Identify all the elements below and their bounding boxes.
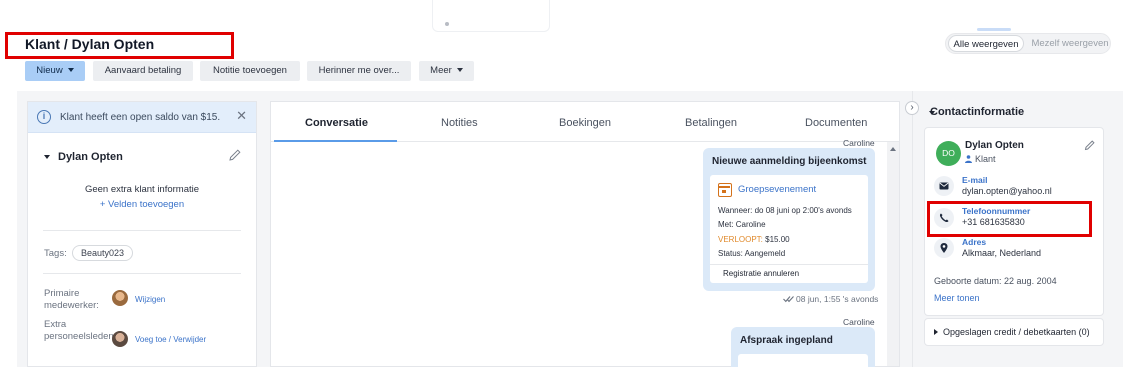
event-card: Groepsevenement Wanneer: do 08 juni op 2… — [710, 175, 868, 283]
pencil-icon[interactable] — [228, 148, 242, 162]
primary-staff-label: Primaire medewerker: — [44, 288, 99, 311]
message-bubble: Afspraak ingepland — [731, 327, 875, 367]
avatar — [112, 331, 128, 347]
event-with: Met: Caroline — [718, 220, 766, 229]
address-label: Adres — [962, 237, 987, 247]
birth-date: Geboorte datum: 22 aug. 2004 — [934, 276, 1057, 286]
new-button-label: Nieuw — [36, 65, 63, 76]
avatar: DO — [936, 141, 961, 166]
calendar-icon — [718, 183, 732, 197]
add-note-button[interactable]: Notitie toevoegen — [200, 61, 300, 81]
address-value: Alkmaar, Nederland — [962, 248, 1042, 258]
timestamp-text: 08 jun, 1:55 's avonds — [796, 294, 879, 304]
accept-payment-button[interactable]: Aanvaard betaling — [93, 61, 193, 81]
contact-role: Klant — [965, 154, 996, 164]
add-fields-link[interactable]: + Velden toevoegen — [28, 199, 256, 210]
tab-documents[interactable]: Documenten — [805, 117, 867, 129]
phone-highlight-box — [927, 201, 1092, 237]
chevron-down-icon — [67, 68, 74, 73]
remind-button[interactable]: Herinner me over... — [307, 61, 411, 81]
title-highlight-box — [5, 32, 234, 59]
expiry-value: $15.00 — [762, 235, 790, 244]
person-icon — [965, 155, 972, 163]
message-title: Nieuwe aanmelding bijeenkomst — [712, 156, 867, 167]
dot-icon — [445, 22, 449, 26]
info-icon: i — [37, 110, 51, 124]
address-icon-wrap — [934, 238, 954, 258]
tab-payments[interactable]: Betalingen — [685, 117, 737, 129]
envelope-icon — [939, 182, 949, 190]
new-button[interactable]: Nieuw — [25, 61, 85, 81]
tab-bar: Conversatie Notities Boekingen Betalinge… — [271, 102, 899, 142]
mine-view-button[interactable]: Mezelf weergeven — [1030, 35, 1110, 52]
saved-cards-label: Opgeslagen credit / debetkaarten (0) — [943, 327, 1090, 337]
event-title-link[interactable]: Groepsevenement — [738, 184, 816, 195]
email-label: E-mail — [962, 175, 988, 185]
conversation-panel: Conversatie Notities Boekingen Betalinge… — [270, 101, 900, 367]
more-button-label: Meer — [430, 65, 452, 76]
tab-notes[interactable]: Notities — [441, 117, 478, 129]
no-info-text: Geen extra klant informatie — [84, 184, 200, 195]
customer-panel: i Klant heeft een open saldo van $15. ✕ … — [27, 101, 257, 367]
tab-bookings[interactable]: Boekingen — [559, 117, 611, 129]
message-sender: Caroline — [843, 317, 875, 327]
expiry-label: VERLOOPT: — [718, 235, 763, 244]
chevron-right-icon — [934, 329, 938, 335]
double-check-icon — [783, 296, 794, 303]
contact-name: Dylan Opten — [965, 140, 1024, 151]
active-tab-indicator — [274, 140, 397, 142]
top-right-indicator — [977, 28, 1011, 31]
pencil-icon[interactable] — [1084, 139, 1096, 151]
show-more-link[interactable]: Meer tonen — [934, 293, 980, 303]
divider — [43, 230, 241, 231]
saved-cards-section[interactable]: Opgeslagen credit / debetkaarten (0) — [924, 318, 1104, 346]
close-icon[interactable]: ✕ — [236, 109, 247, 123]
customer-name: Dylan Opten — [58, 151, 123, 163]
panel-divider — [912, 91, 913, 367]
collapse-icon[interactable]: › — [905, 101, 919, 115]
map-pin-icon — [940, 243, 948, 253]
message-bubble: Nieuwe aanmelding bijeenkomst Groepseven… — [703, 148, 875, 291]
event-when: Wanneer: do 08 juni op 2:00's avonds — [718, 206, 852, 215]
email-icon-wrap — [934, 176, 954, 196]
tag-chip[interactable]: Beauty023 — [72, 245, 134, 261]
view-toggle: Alle weergeven Mezelf weergeven — [945, 33, 1111, 54]
balance-alert-text: Klant heeft een open saldo van $15. — [60, 112, 221, 123]
event-expiry: VERLOOPT: $15.00 — [718, 235, 790, 244]
top-tab-stub — [432, 0, 550, 32]
event-status: Status: Aangemeld — [718, 249, 786, 258]
chevron-down-icon[interactable] — [44, 155, 50, 159]
contact-role-label: Klant — [975, 154, 996, 164]
divider — [43, 273, 241, 274]
change-staff-link[interactable]: Wijzigen — [135, 295, 165, 304]
chevron-down-icon — [456, 68, 463, 73]
message-timestamp: 08 jun, 1:55 's avonds — [783, 294, 878, 304]
appointment-card — [738, 354, 868, 367]
cancel-registration-button[interactable]: Registratie annuleren — [723, 269, 799, 278]
tags-label: Tags: — [44, 248, 67, 259]
message-title: Afspraak ingepland — [740, 335, 833, 346]
extra-staff-label: Extra personeelsleden: — [44, 319, 117, 342]
contact-info-header[interactable]: Contactinformatie — [930, 106, 1024, 118]
scrollbar[interactable] — [887, 142, 899, 366]
message-sender: Caroline — [843, 138, 875, 148]
email-value[interactable]: dylan.opten@yahoo.nl — [962, 186, 1052, 196]
scroll-up-icon[interactable] — [890, 147, 896, 151]
tab-conversation[interactable]: Conversatie — [305, 117, 368, 129]
balance-alert: i Klant heeft een open saldo van $15. ✕ — [28, 102, 256, 133]
avatar — [112, 290, 128, 306]
add-remove-staff-link[interactable]: Voeg toe / Verwijder — [135, 335, 206, 344]
more-button[interactable]: Meer — [419, 61, 474, 81]
all-view-button[interactable]: Alle weergeven — [948, 35, 1024, 52]
divider — [710, 264, 868, 265]
